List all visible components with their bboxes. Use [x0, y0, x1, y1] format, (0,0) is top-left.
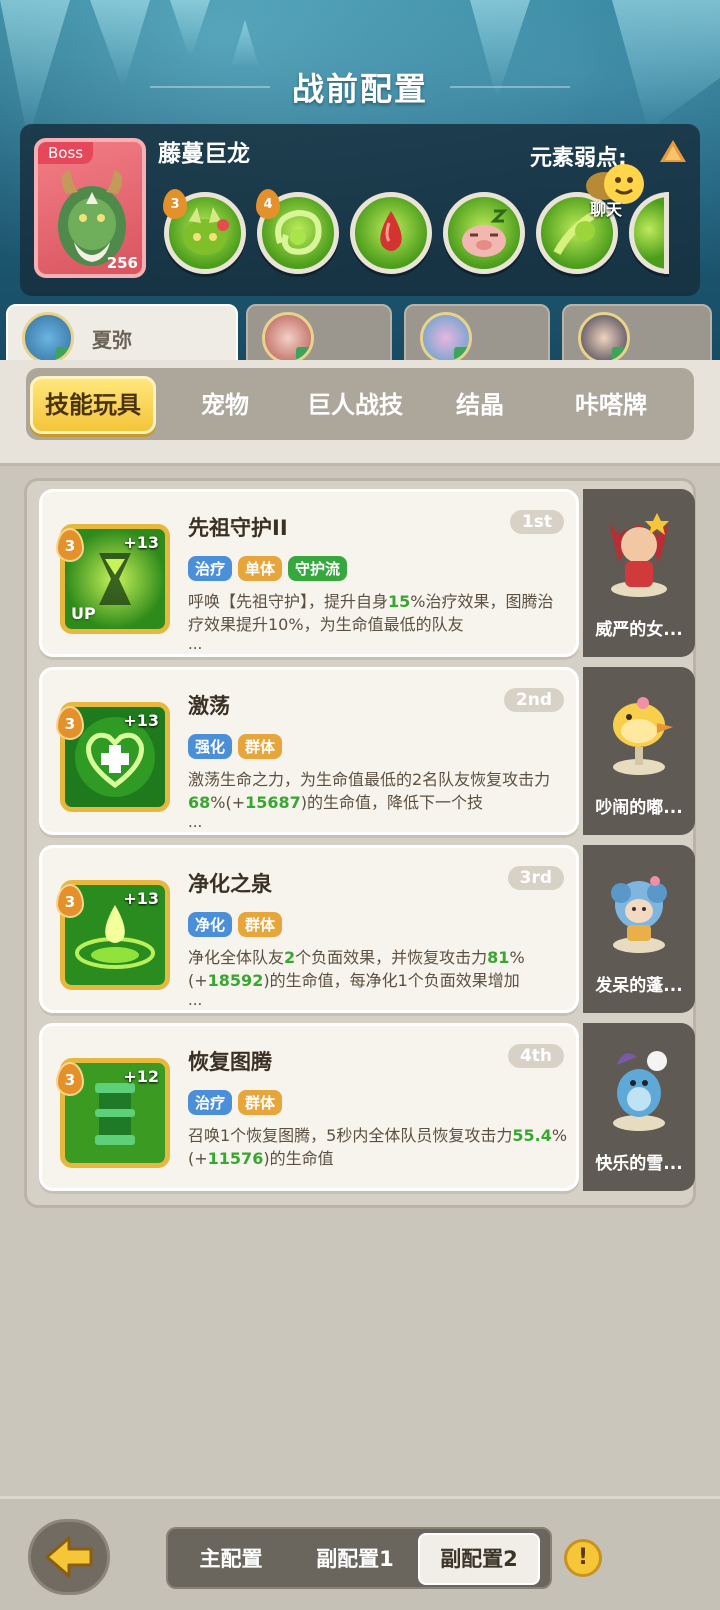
noisy-bird-pet-icon — [613, 697, 673, 775]
pet-slot-1[interactable]: 威严的女... — [583, 489, 695, 657]
rank-badge: 1st — [509, 510, 564, 534]
skill-name: 先祖守护II — [188, 516, 288, 540]
boss-skill-1[interactable]: 3 — [163, 189, 246, 274]
back-arrow-icon — [45, 1536, 93, 1578]
category-bar: 技能玩具 宠物 巨人战技 结晶 咔嗒牌 — [0, 360, 720, 466]
skill-tag: 守护流 — [288, 556, 348, 581]
pet-name: 发呆的蓬... — [595, 976, 683, 996]
sleeping-pig-icon — [462, 209, 508, 257]
upgrade-tag: UP — [71, 604, 96, 623]
hero-avatar — [22, 312, 74, 364]
rank-badge: 2nd — [503, 688, 564, 712]
skill-ellipsis: ... — [188, 635, 203, 653]
skill-name: 激荡 — [188, 694, 230, 718]
skill-plus: +13 — [123, 533, 159, 552]
boss-name: 藤蔓巨龙 — [158, 141, 250, 167]
boss-level: 256 — [106, 254, 138, 272]
boss-skill-2[interactable]: 4 — [256, 189, 339, 274]
preset-sub-1[interactable]: 副配置1 — [294, 1533, 416, 1585]
skill-card-3[interactable]: +13 3 净化之泉 3rd 净化 群体 净化全体队友2个负面效果，并恢复攻击力… — [39, 845, 579, 1013]
pet-slot-4[interactable]: 快乐的雪... — [583, 1023, 695, 1191]
boss-skill-3[interactable] — [350, 192, 432, 274]
boss-skill-level: 3 — [163, 189, 187, 219]
rank-badge: 4th — [507, 1044, 564, 1068]
skill-plus: +13 — [123, 889, 159, 908]
hero-tab-2[interactable] — [246, 304, 392, 364]
dragon-girl-pet-icon — [609, 513, 669, 597]
pet-slot-2[interactable]: 吵闹的嘟... — [583, 667, 695, 835]
skill-tag: 治疗 — [188, 1090, 233, 1115]
pet-slot-3[interactable]: 发呆的蓬... — [583, 845, 695, 1013]
boss-portrait[interactable]: Boss 256 — [34, 138, 146, 278]
skill-card-1[interactable]: +13 UP 3 先祖守护II 1st 治疗 单体 守护流 呼唤【先祖守护】，提… — [39, 489, 579, 657]
skill-level-badge: 3 — [56, 1062, 84, 1096]
skill-level-badge: 3 — [56, 884, 84, 918]
tab-crystals[interactable]: 结晶 — [426, 376, 534, 434]
boss-skill-level: 4 — [256, 189, 280, 219]
boss-tag: Boss — [38, 142, 94, 164]
pet-name: 吵闹的嘟... — [595, 798, 683, 818]
rank-badge: 3rd — [507, 866, 564, 890]
hero-avatar — [262, 312, 314, 364]
skill-plus: +13 — [123, 711, 159, 730]
hero-avatar — [420, 312, 472, 364]
skill-tag: 强化 — [188, 734, 233, 759]
skill-description: 净化全体队友2个负面效果，并恢复攻击力81%(+18592)的生命值，每净化1个… — [188, 948, 525, 990]
blood-drop-icon — [380, 211, 402, 251]
skill-description: 呼唤【先祖守护】，提升自身15%治疗效果，图腾治疗效果提升10%，为生命值最低的… — [188, 592, 554, 634]
skill-description: 召唤1个恢复图腾，5秒内全体队员恢复攻击力55.4%(+11576)的生命值 — [188, 1126, 568, 1168]
preset-main[interactable]: 主配置 — [170, 1533, 292, 1585]
skill-card-4[interactable]: +12 3 恢复图腾 4th 治疗 群体 召唤1个恢复图腾，5秒内全体队员恢复攻… — [39, 1023, 579, 1191]
back-button[interactable] — [28, 1519, 110, 1595]
skill-tag: 净化 — [188, 912, 233, 937]
tab-giant-skills[interactable]: 巨人战技 — [288, 376, 422, 434]
info-icon[interactable]: ! — [564, 1539, 602, 1577]
skill-ellipsis: ... — [188, 991, 203, 1009]
fluffy-sheep-pet-icon — [611, 876, 667, 953]
skill-level-badge: 3 — [56, 706, 84, 740]
preset-sub-2[interactable]: 副配置2 — [418, 1533, 540, 1585]
hero-tab-3[interactable] — [404, 304, 550, 364]
hero-tab-1[interactable]: 夏弥 — [6, 304, 238, 364]
hero-name: 夏弥 — [92, 328, 132, 352]
skill-tag: 单体 — [238, 556, 283, 581]
pet-name: 快乐的雪... — [595, 1154, 683, 1174]
pet-name: 威严的女... — [595, 620, 683, 640]
skill-name: 恢复图腾 — [188, 1050, 272, 1074]
tab-card[interactable]: 咔嗒牌 — [546, 376, 676, 434]
hero-avatar — [578, 312, 630, 364]
hero-tab-4[interactable] — [562, 304, 712, 364]
bottom-bar: 主配置 副配置1 副配置2 ! — [0, 1496, 720, 1610]
snow-creature-pet-icon — [613, 1051, 667, 1131]
skill-name: 净化之泉 — [188, 872, 272, 896]
skill-ellipsis: ... — [188, 813, 203, 831]
tab-skill-toys[interactable]: 技能玩具 — [30, 376, 156, 434]
preset-switcher: 主配置 副配置1 副配置2 — [166, 1527, 552, 1589]
page-title: 战前配置 — [291, 70, 428, 108]
skill-tag: 群体 — [238, 734, 283, 759]
boss-skill-4[interactable] — [443, 192, 525, 274]
skill-level-badge: 3 — [56, 528, 84, 562]
skill-tag: 治疗 — [188, 556, 233, 581]
skill-tag: 群体 — [238, 912, 283, 937]
skill-list: +13 UP 3 先祖守护II 1st 治疗 单体 守护流 呼唤【先祖守护】，提… — [24, 478, 696, 1208]
skill-tag: 群体 — [238, 1090, 283, 1115]
chat-label[interactable]: 聊天 — [590, 196, 622, 220]
skill-plus: +12 — [123, 1067, 159, 1086]
tab-pets[interactable]: 宠物 — [166, 376, 284, 434]
triangle-element-icon — [660, 140, 686, 162]
skill-description: 激荡生命之力，为生命值最低的2名队友恢复攻击力68%(+15687)的生命值，降… — [188, 770, 551, 812]
skill-card-2[interactable]: +13 3 激荡 2nd 强化 群体 激荡生命之力，为生命值最低的2名队友恢复攻… — [39, 667, 579, 835]
